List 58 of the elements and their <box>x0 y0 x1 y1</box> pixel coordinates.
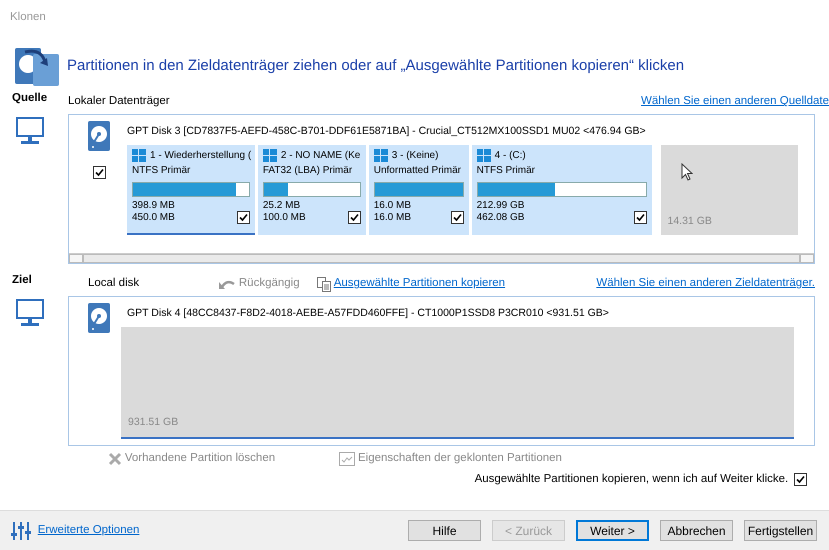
disk-type-label: Lokaler Datenträger <box>68 94 170 110</box>
copy-partitions-link[interactable]: Ausgewählte Partitionen kopieren <box>334 275 506 293</box>
windows-icon <box>476 149 491 162</box>
instruction-text: Partitionen in den Zieldatenträger ziehen oder auf „Ausgewählte Partitionen kopieren“ klicken <box>67 56 684 76</box>
checkbox[interactable] <box>634 211 647 224</box>
windows-icon <box>132 149 146 162</box>
total-size: 100.0 MB <box>262 212 306 224</box>
undo-icon <box>218 278 236 290</box>
used-size: 16.0 MB <box>374 200 411 212</box>
partition-name: 1 - Wiederherstellung ( <box>150 150 252 162</box>
total-size: 16.0 MB <box>374 212 411 224</box>
used-size: 398.9 MB <box>132 200 175 212</box>
windows-icon <box>262 149 277 162</box>
unallocated-size: 931.51 GB <box>128 415 180 430</box>
section-label: Ziel <box>12 273 33 288</box>
partition-block[interactable]: 4 - (C:) NTFS Primär 212.99 GB 462.08 GB <box>472 145 652 236</box>
partition-name: 2 - NO NAME (Ke <box>280 150 360 162</box>
partition-block[interactable]: 1 - Wiederherstellung ( NTFS Primär 398.9 MB 450.0 MB <box>127 145 255 236</box>
checkbox[interactable] <box>794 473 807 486</box>
advanced-options-link[interactable]: Erweiterte Optionen <box>38 522 140 540</box>
partition-name: 4 - (C:) <box>494 150 526 162</box>
dialog-button[interactable]: Weiter > <box>576 520 649 541</box>
partition-block[interactable]: 2 - NO NAME (Ke FAT32 (LBA) Primär 25.2 MB 100.0 MB <box>258 145 366 236</box>
used-size: 212.99 GB <box>476 200 524 212</box>
file-system-label: Unformatted Primär <box>374 165 462 178</box>
total-size: 462.08 GB <box>476 212 524 224</box>
change-disk-link[interactable]: Wählen Sie einen anderen Quelldate <box>641 93 829 111</box>
monitor-icon <box>16 299 44 328</box>
file-system-label: NTFS Primär <box>476 165 536 178</box>
disk-title: GPT Disk 4 [48CC8437-F8D2-4018-AEBE-A57FDD460FFE] - CT1000P1SSD8 P3CR010 <931.51 GB> <box>127 306 610 321</box>
section-label: Quelle <box>12 91 48 106</box>
windows-icon <box>374 149 388 162</box>
total-size: 450.0 MB <box>132 212 175 224</box>
file-system-label: FAT32 (LBA) Primär <box>262 165 354 178</box>
checkbox[interactable] <box>450 211 464 224</box>
sliders-icon <box>10 520 32 540</box>
close-icon <box>108 452 122 466</box>
checkbox[interactable] <box>348 211 361 224</box>
mouse-pointer-icon <box>680 163 692 182</box>
checklist-icon <box>339 452 356 466</box>
change-disk-link[interactable]: Wählen Sie einen anderen Zieldatenträger. <box>596 275 815 293</box>
checkbox[interactable] <box>237 211 250 224</box>
monitor-icon <box>16 117 44 146</box>
auto-copy-label: Ausgewählte Partitionen kopieren, wenn ich auf Weiter klicke. <box>474 472 788 488</box>
dialog-button[interactable]: Fertigstellen <box>744 520 817 541</box>
dialog-button[interactable]: Abbrechen <box>660 520 733 541</box>
checkbox[interactable] <box>92 166 106 179</box>
clone-disk-icon <box>15 46 61 86</box>
disk-title: GPT Disk 3 [CD7837F5-AEFD-458C-B701-DDF61E5871BA] - Crucial_CT512MX100SSD1 MU02 <476.94 GB> <box>127 124 647 139</box>
partition-block[interactable]: 3 - (Keine) Unformatted Primär 16.0 MB 16.0 MB <box>368 145 469 236</box>
used-size: 25.2 MB <box>262 200 302 212</box>
unallocated-size: 14.31 GB <box>668 214 713 229</box>
partition-name: 3 - (Keine) <box>392 150 438 162</box>
file-system-label: NTFS Primär <box>132 165 192 178</box>
dialog-button[interactable]: Hilfe <box>408 520 481 541</box>
disk-type-label: Local disk <box>87 276 140 292</box>
window-title: Klonen <box>9 10 47 25</box>
copy-icon <box>316 276 331 292</box>
